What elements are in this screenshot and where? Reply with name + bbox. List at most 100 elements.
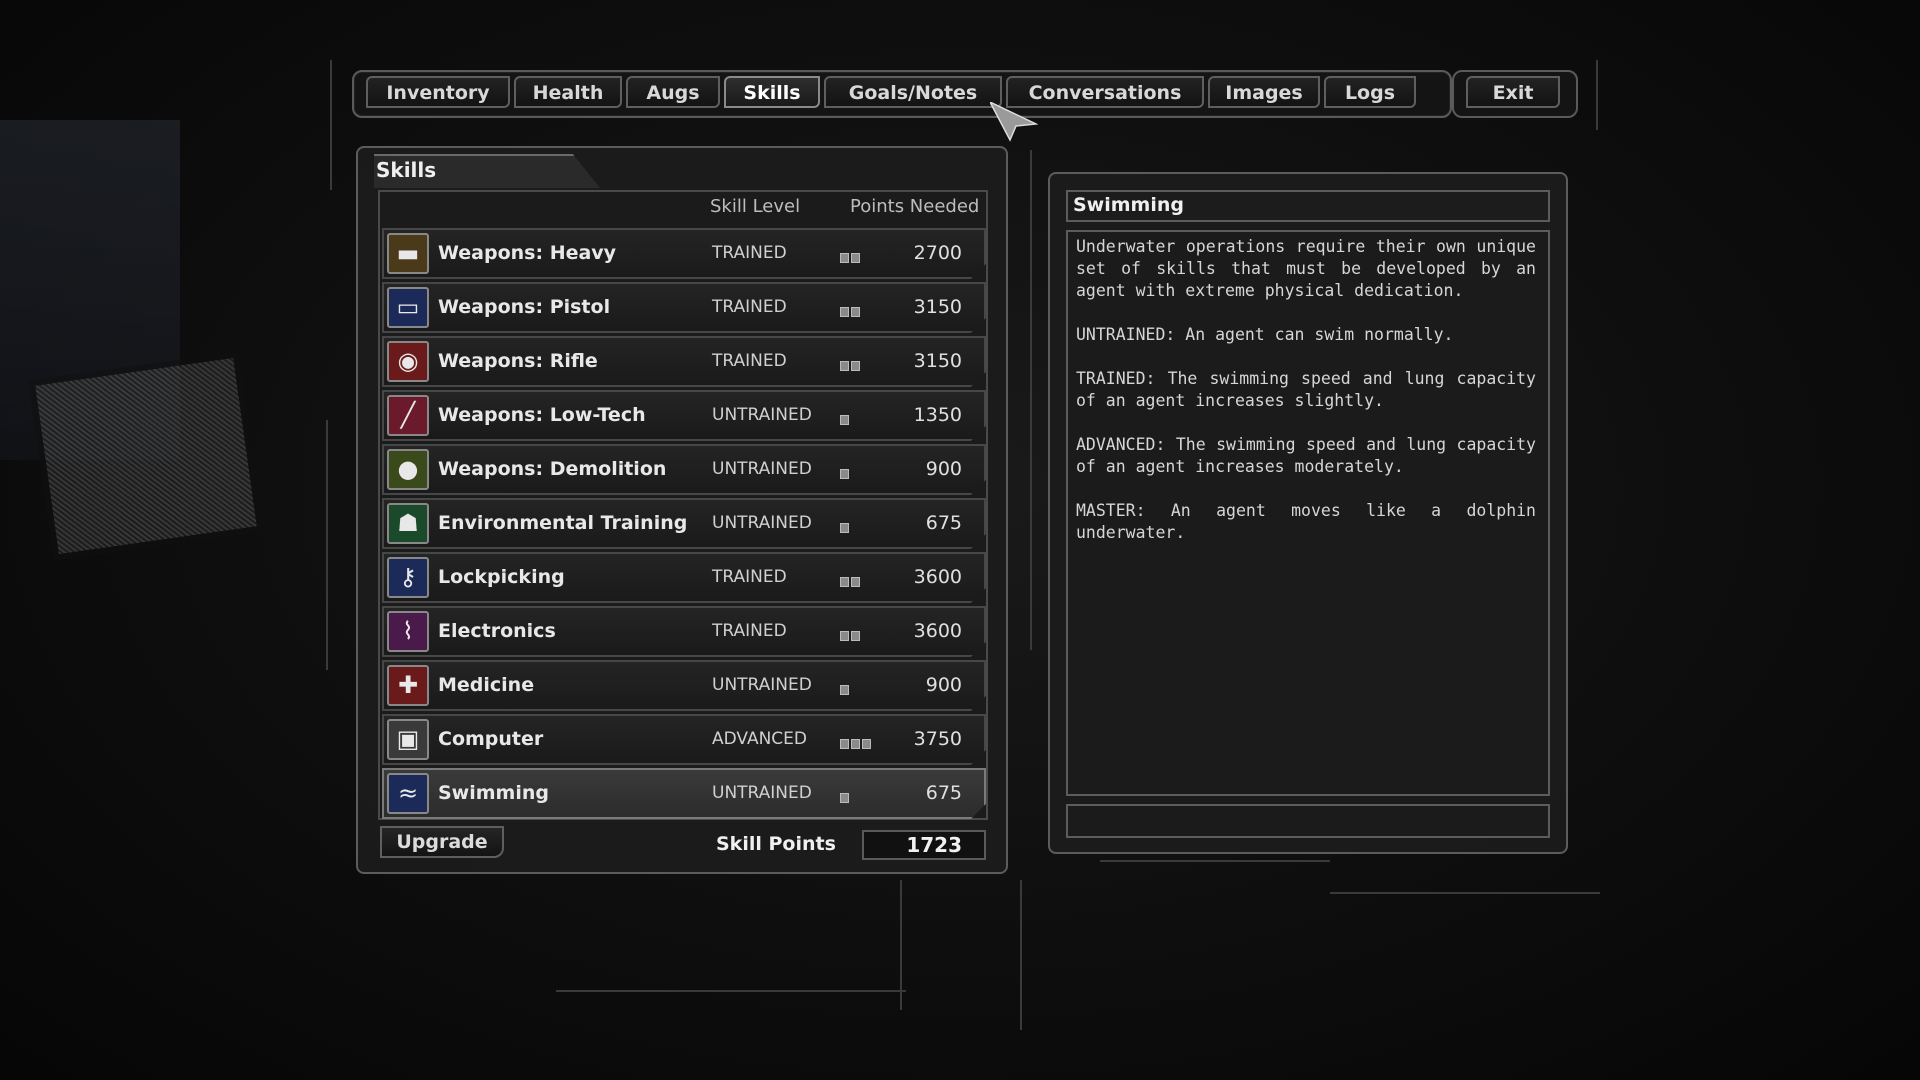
skill-points-needed: 3600 [913, 566, 962, 588]
skill-rank-bars [840, 626, 862, 641]
circuit-line [1020, 880, 1024, 1030]
upgrade-button[interactable]: Upgrade [380, 826, 504, 858]
column-header-skill-level: Skill Level [710, 196, 801, 217]
skill-rank-bar [840, 793, 849, 803]
circuit-line [1100, 860, 1330, 864]
skill-name: Environmental Training [438, 512, 688, 534]
description-paragraph: ADVANCED: The swimming speed and lung ca… [1076, 435, 1536, 476]
tab-health[interactable]: Health [514, 76, 622, 108]
mouse-cursor-icon [990, 102, 1038, 142]
pistol-icon: ▭ [387, 287, 429, 328]
skill-rank-bars [840, 248, 862, 263]
description-footer [1066, 804, 1550, 838]
skill-rank-bar [840, 685, 849, 695]
skill-points-needed: 1350 [913, 404, 962, 426]
skill-level: UNTRAINED [712, 783, 812, 803]
skill-row[interactable]: ● Weapons: Demolition UNTRAINED 900 [382, 444, 986, 495]
skill-row[interactable]: ◉ Weapons: Rifle TRAINED 3150 [382, 336, 986, 387]
rifle-icon: ◉ [387, 341, 429, 382]
skill-points-needed: 3600 [913, 620, 962, 642]
skill-rank-bars [840, 572, 862, 587]
exit-button[interactable]: Exit [1466, 76, 1560, 108]
skill-points-needed: 3150 [913, 350, 962, 372]
skill-name: Electronics [438, 620, 556, 642]
skill-name: Lockpicking [438, 566, 565, 588]
skill-row[interactable]: ╱ Weapons: Low-Tech UNTRAINED 1350 [382, 390, 986, 441]
column-header-points-needed: Points Needed [850, 196, 980, 217]
description-paragraph: MASTER: An agent moves like a dolphin un… [1076, 501, 1536, 542]
swimming-icon: ≈ [387, 773, 429, 814]
skill-rank-bars [840, 680, 851, 695]
description-paragraph: UNTRAINED: An agent can swim normally. [1076, 325, 1454, 344]
heavy-weapon-icon: ▬ [387, 233, 429, 274]
skill-row[interactable]: ⌇ Electronics TRAINED 3600 [382, 606, 986, 657]
background-static-screen [28, 351, 264, 561]
skill-points-needed: 3150 [913, 296, 962, 318]
circuit-line [330, 60, 344, 190]
skill-row[interactable]: ▬ Weapons: Heavy TRAINED 2700 [382, 228, 986, 279]
circuit-line [1596, 60, 1600, 130]
tab-images[interactable]: Images [1208, 76, 1320, 108]
tab-augs[interactable]: Augs [626, 76, 720, 108]
skill-rank-bars [840, 464, 851, 479]
skill-rank-bar [840, 523, 849, 533]
skill-level: UNTRAINED [712, 405, 812, 425]
skill-points-value: 1723 [862, 830, 986, 860]
skill-name: Weapons: Rifle [438, 350, 598, 372]
tab-logs[interactable]: Logs [1324, 76, 1416, 108]
skill-rank-bar [851, 631, 860, 641]
skill-points-needed: 900 [925, 674, 962, 696]
skill-rank-bar [840, 469, 849, 479]
skill-name: Weapons: Pistol [438, 296, 611, 318]
skill-level: TRAINED [712, 297, 787, 317]
skill-level: TRAINED [712, 243, 787, 263]
skill-rank-bar [840, 739, 849, 749]
skill-row[interactable]: ▭ Weapons: Pistol TRAINED 3150 [382, 282, 986, 333]
circuit-line [556, 990, 906, 1012]
skill-name: Weapons: Demolition [438, 458, 667, 480]
skill-row[interactable]: ≈ Swimming UNTRAINED 675 [382, 768, 986, 819]
skill-level: UNTRAINED [712, 675, 812, 695]
skill-points-needed: 675 [925, 782, 962, 804]
skill-rank-bar [851, 307, 860, 317]
skill-points-needed: 2700 [913, 242, 962, 264]
skill-name: Swimming [438, 782, 549, 804]
skill-row[interactable]: ✚ Medicine UNTRAINED 900 [382, 660, 986, 711]
description-text: Underwater operations require their own … [1076, 236, 1536, 566]
skill-rank-bar [840, 307, 849, 317]
skill-rank-bar [851, 577, 860, 587]
skill-row[interactable]: ▣ Computer ADVANCED 3750 [382, 714, 986, 765]
skill-points-needed: 3750 [913, 728, 962, 750]
skill-name: Weapons: Low-Tech [438, 404, 646, 426]
skill-name: Computer [438, 728, 544, 750]
skill-rank-bars [840, 788, 851, 803]
skill-row[interactable]: ☗ Environmental Training UNTRAINED 675 [382, 498, 986, 549]
tab-goals-notes[interactable]: Goals/Notes [824, 76, 1002, 108]
skill-rank-bars [840, 356, 862, 371]
medicine-icon: ✚ [387, 665, 429, 706]
low-tech-icon: ╱ [387, 395, 429, 436]
skill-name: Medicine [438, 674, 535, 696]
description-paragraph: TRAINED: The swimming speed and lung cap… [1076, 369, 1536, 410]
skill-row[interactable]: ⚷ Lockpicking TRAINED 3600 [382, 552, 986, 603]
skill-level: TRAINED [712, 567, 787, 587]
description-paragraph: Underwater operations require their own … [1076, 237, 1536, 300]
skill-rank-bar [851, 253, 860, 263]
skill-rank-bar [851, 739, 860, 749]
skill-rank-bar [840, 415, 849, 425]
circuit-line [900, 880, 904, 1010]
skill-points-needed: 675 [925, 512, 962, 534]
skill-rank-bars [840, 518, 851, 533]
tab-skills[interactable]: Skills [724, 76, 820, 108]
skill-level: TRAINED [712, 351, 787, 371]
electronics-icon: ⌇ [387, 611, 429, 652]
circuit-line [1330, 892, 1600, 896]
skill-rank-bar [851, 361, 860, 371]
tab-inventory[interactable]: Inventory [366, 76, 510, 108]
skill-points-needed: 900 [925, 458, 962, 480]
computer-icon: ▣ [387, 719, 429, 760]
skill-rank-bars [840, 734, 873, 749]
skill-rank-bar [840, 577, 849, 587]
environmental-icon: ☗ [387, 503, 429, 544]
skill-level: TRAINED [712, 621, 787, 641]
